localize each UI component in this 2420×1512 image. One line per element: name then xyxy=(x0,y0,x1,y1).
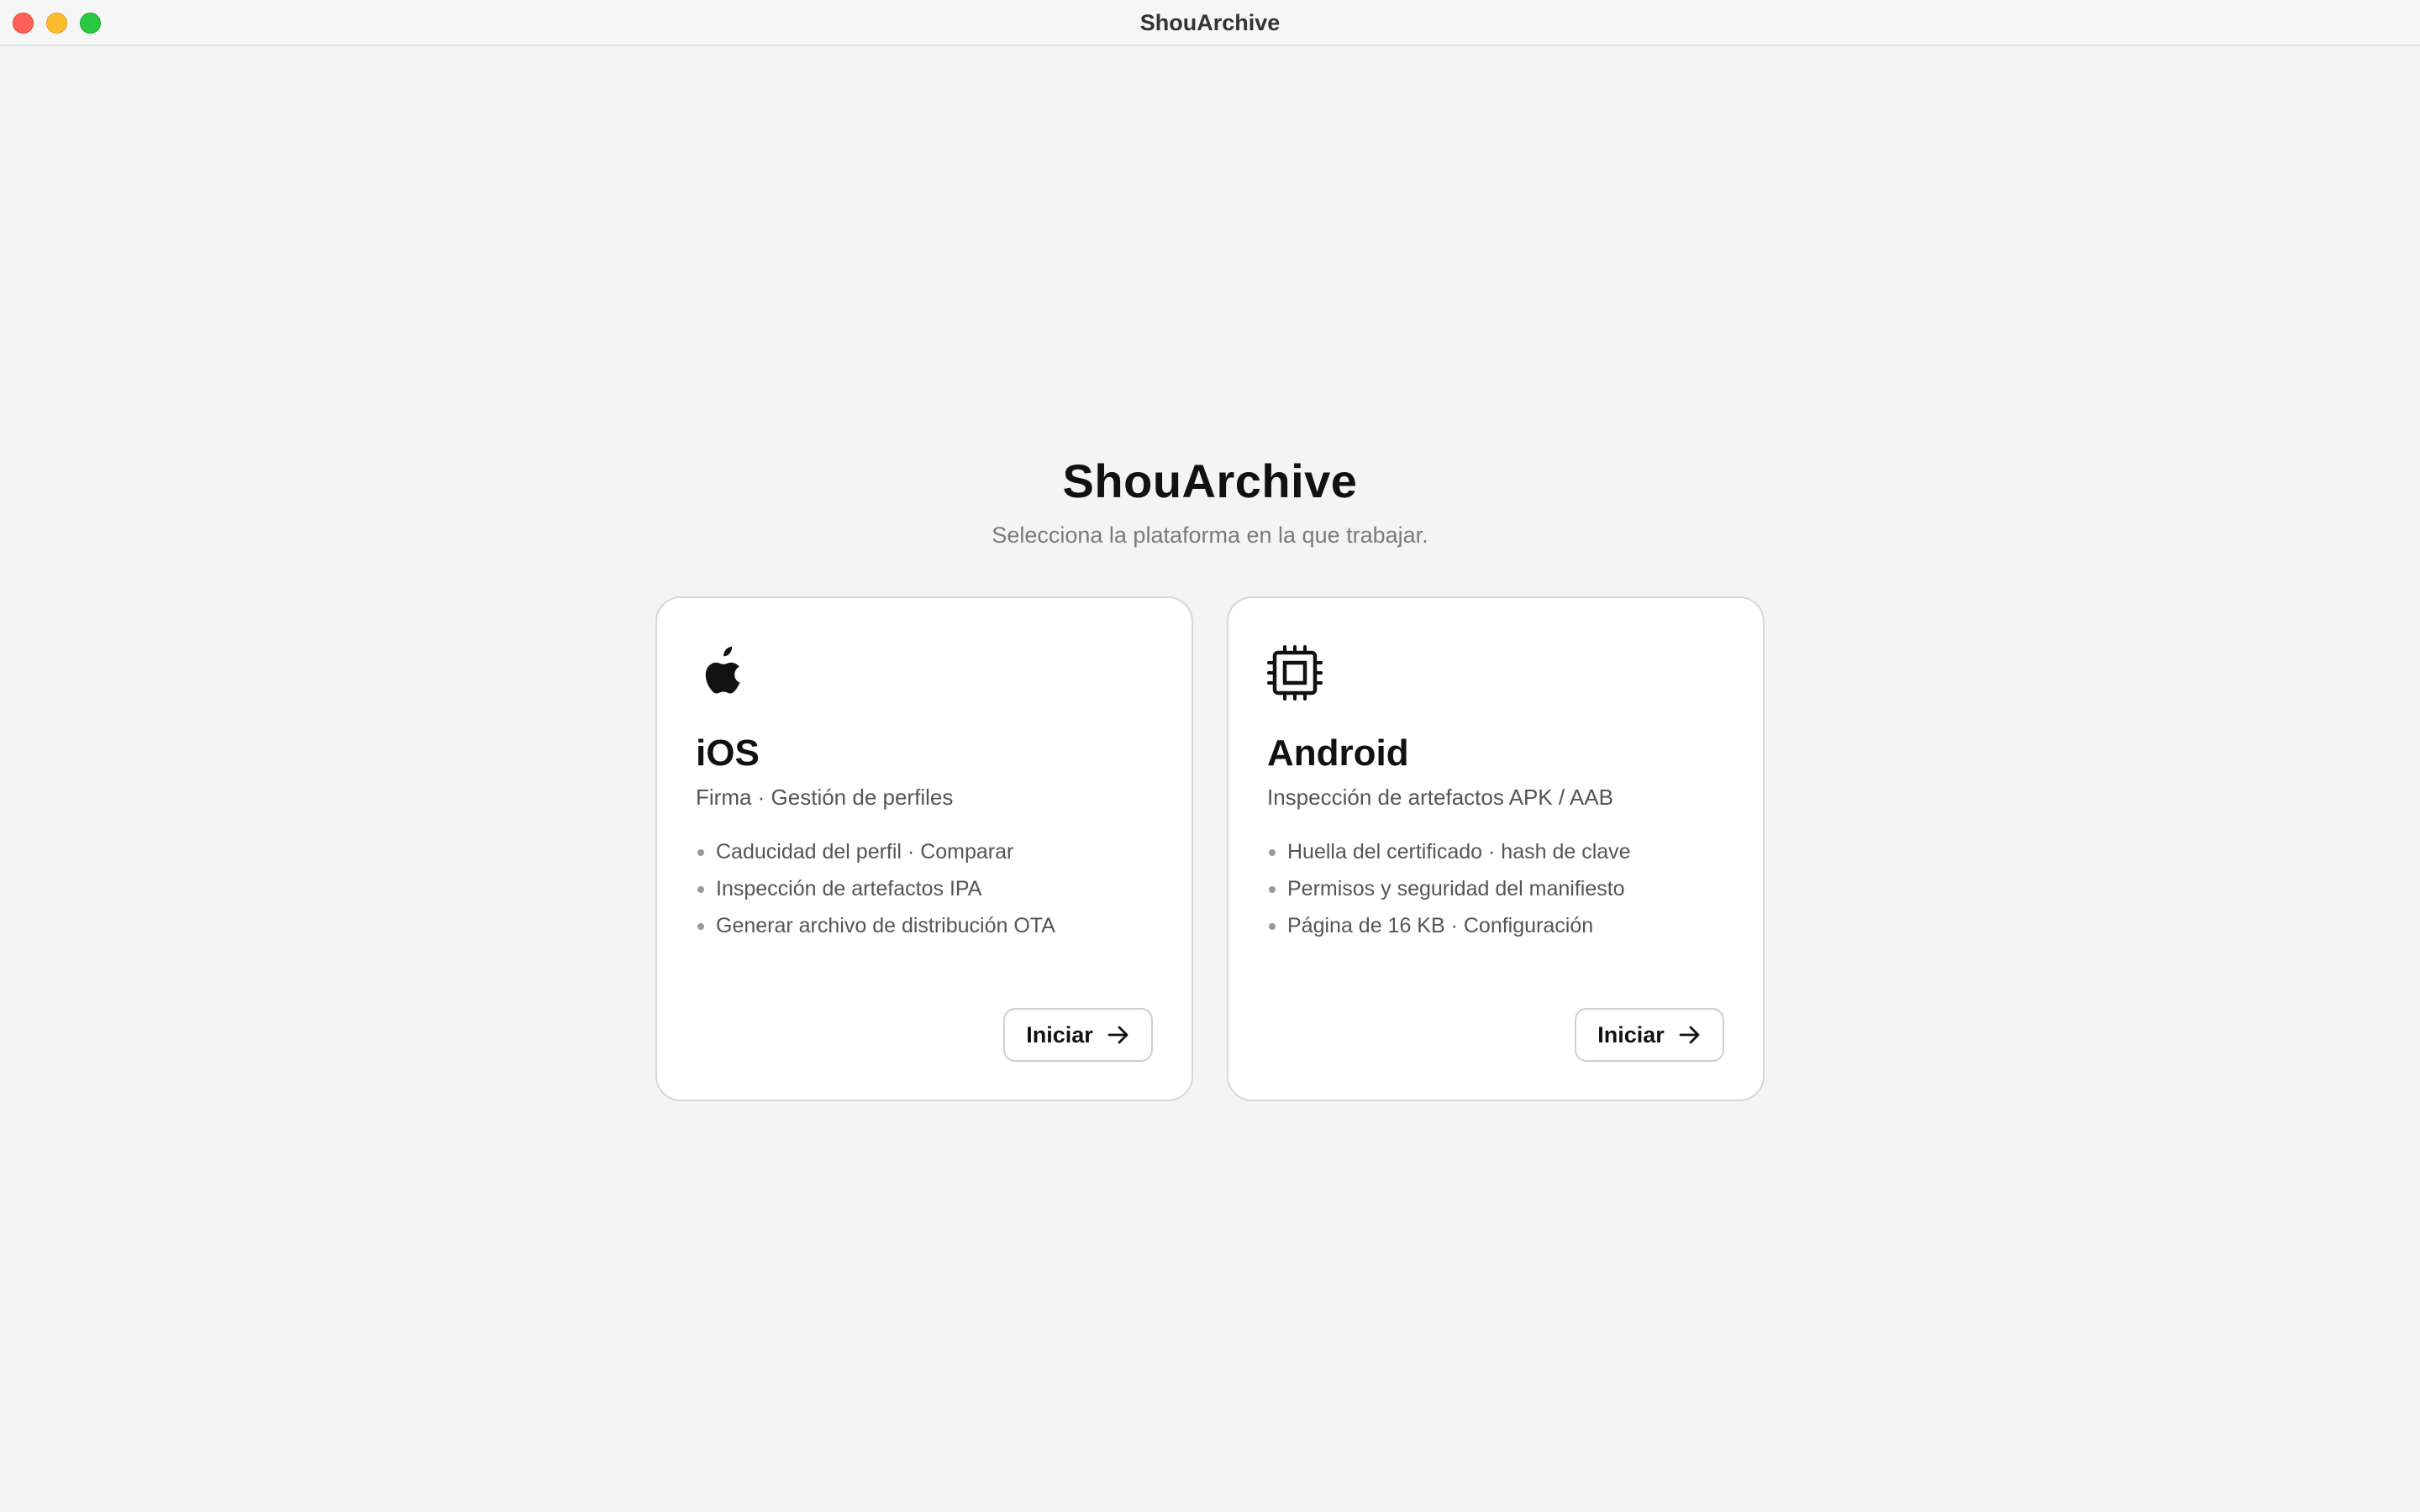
arrow-right-icon xyxy=(1678,1023,1702,1047)
platform-card-android[interactable]: Android Inspección de artefactos APK / A… xyxy=(1227,596,1765,1101)
bullet-icon xyxy=(1269,849,1276,856)
feature-item: Generar archivo de distribución OTA xyxy=(696,907,1055,944)
card-subtitle: Firma · Gestión de perfiles xyxy=(696,785,954,810)
card-title: iOS xyxy=(696,732,760,774)
feature-text: Caducidad del perfil · Comparar xyxy=(716,840,1014,864)
bullet-icon xyxy=(1269,886,1276,893)
bullet-icon xyxy=(697,849,704,856)
apple-logo-icon xyxy=(696,645,751,701)
feature-text: Inspección de artefactos IPA xyxy=(716,877,982,900)
app-window: ShouArchive ShouArchive Selecciona la pl… xyxy=(0,0,2420,1512)
feature-item: Página de 16 KB · Configuración xyxy=(1267,907,1631,944)
feature-list: Caducidad del perfil · Comparar Inspecci… xyxy=(696,833,1055,944)
feature-list: Huella del certificado · hash de clave P… xyxy=(1267,833,1631,944)
button-label: Iniciar xyxy=(1026,1021,1093,1047)
start-ios-button[interactable]: Iniciar xyxy=(1003,1008,1153,1062)
page-subtitle: Selecciona la plataforma en la que traba… xyxy=(992,522,1428,548)
feature-item: Huella del certificado · hash de clave xyxy=(1267,833,1631,870)
button-label: Iniciar xyxy=(1597,1021,1665,1047)
feature-item: Caducidad del perfil · Comparar xyxy=(696,833,1055,870)
page-title: ShouArchive xyxy=(1062,454,1358,507)
card-subtitle: Inspección de artefactos APK / AAB xyxy=(1267,785,1613,810)
title-bar: ShouArchive xyxy=(0,0,2420,46)
feature-text: Permisos y seguridad del manifiesto xyxy=(1287,877,1625,900)
feature-item: Permisos y seguridad del manifiesto xyxy=(1267,870,1631,907)
bullet-icon xyxy=(1269,923,1276,930)
feature-text: Generar archivo de distribución OTA xyxy=(716,914,1055,937)
feature-text: Página de 16 KB · Configuración xyxy=(1287,914,1594,937)
platform-card-ios[interactable]: iOS Firma · Gestión de perfiles Caducida… xyxy=(655,596,1193,1101)
feature-item: Inspección de artefactos IPA xyxy=(696,870,1055,907)
bullet-icon xyxy=(697,886,704,893)
card-title: Android xyxy=(1267,732,1409,774)
window-title: ShouArchive xyxy=(1139,10,1281,35)
start-android-button[interactable]: Iniciar xyxy=(1575,1008,1724,1062)
feature-text: Huella del certificado · hash de clave xyxy=(1287,840,1631,864)
chip-icon xyxy=(1267,645,1323,701)
bullet-icon xyxy=(697,923,704,930)
arrow-right-icon xyxy=(1107,1023,1130,1047)
